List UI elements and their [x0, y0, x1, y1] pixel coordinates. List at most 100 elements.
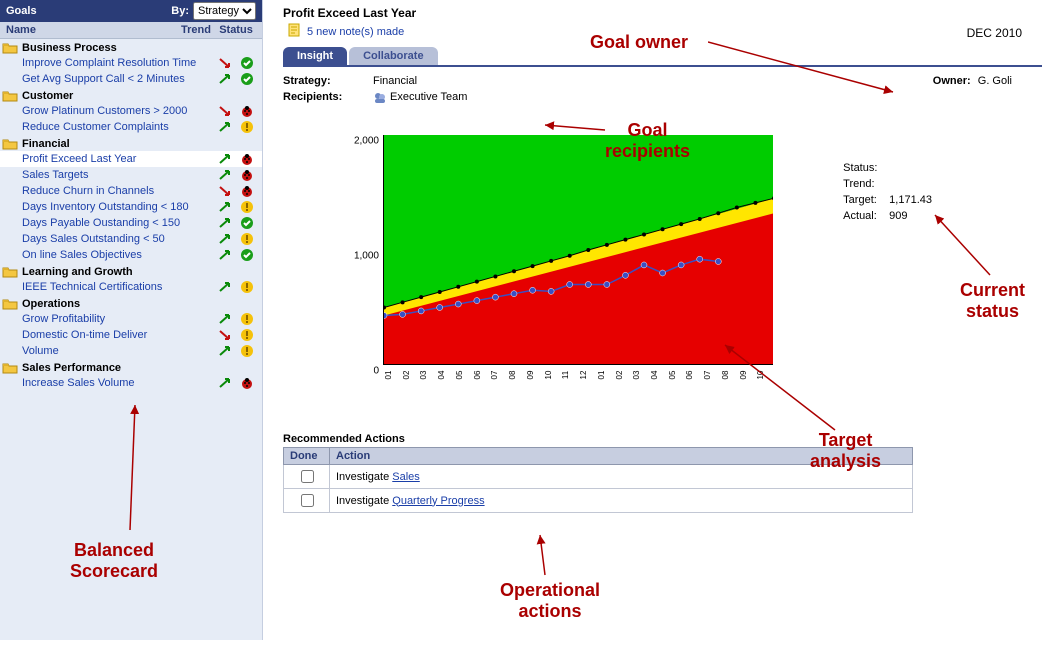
goal-row[interactable]: Volume	[0, 343, 262, 359]
goal-name: Domestic On-time Deliver	[22, 329, 214, 341]
category-row[interactable]: Customer	[0, 87, 262, 103]
goal-row[interactable]: Get Avg Support Call < 2 Minutes	[0, 71, 262, 87]
status-icon	[236, 120, 258, 134]
main-panel: Profit Exceed Last Year 5 new note(s) ma…	[263, 0, 1062, 640]
goal-row[interactable]: Grow Platinum Customers > 2000	[0, 103, 262, 119]
action-row: Investigate Quarterly Progress	[284, 489, 913, 513]
category-row[interactable]: Learning and Growth	[0, 263, 262, 279]
col-status: Status	[216, 24, 256, 36]
folder-icon	[2, 41, 18, 54]
group-by-label: By:	[171, 5, 189, 17]
category-label: Customer	[22, 90, 73, 102]
category-label: Learning and Growth	[22, 266, 133, 278]
x-tick: 03	[632, 366, 648, 384]
x-tick: 01	[597, 366, 613, 384]
goal-name: Reduce Churn in Channels	[22, 185, 214, 197]
status-icon	[236, 376, 258, 390]
trend-icon	[214, 184, 236, 198]
trend-icon	[214, 312, 236, 326]
x-tick: 10	[756, 366, 772, 384]
done-checkbox[interactable]	[301, 494, 314, 507]
goal-row[interactable]: Improve Complaint Resolution Time	[0, 55, 262, 71]
status-block: Status: Trend: Target:1,171.43 Actual:90…	[843, 160, 932, 224]
goal-row[interactable]: Increase Sales Volume	[0, 375, 262, 391]
goal-row[interactable]: Reduce Churn in Channels	[0, 183, 262, 199]
goal-row[interactable]: On line Sales Objectives	[0, 247, 262, 263]
status-icon	[236, 168, 258, 182]
x-tick: 04	[437, 366, 453, 384]
target-label: Target:	[843, 194, 889, 206]
goal-row[interactable]: Sales Targets	[0, 167, 262, 183]
actions-title: Recommended Actions	[283, 433, 913, 445]
action-row: Investigate Sales	[284, 465, 913, 489]
x-tick: 10	[543, 366, 559, 384]
y-tick: 0	[343, 366, 383, 377]
date-label: DEC 2010	[967, 26, 1022, 40]
sidebar-body: Business Process Improve Complaint Resolu…	[0, 39, 262, 391]
col-trend: Trend	[176, 24, 216, 36]
owner-label: Owner:	[933, 75, 971, 87]
category-row[interactable]: Financial	[0, 135, 262, 151]
category-label: Business Process	[22, 42, 117, 54]
note-icon	[287, 22, 307, 41]
goal-name: Days Inventory Outstanding < 180	[22, 201, 214, 213]
trend-icon	[214, 232, 236, 246]
x-tick: 09	[739, 366, 755, 384]
trend-icon	[214, 248, 236, 262]
actual-label: Actual:	[843, 210, 889, 222]
notes-row[interactable]: 5 new note(s) made	[287, 22, 1042, 41]
status-icon	[236, 56, 258, 70]
col-name: Name	[6, 24, 176, 36]
category-row[interactable]: Operations	[0, 295, 262, 311]
status-icon	[236, 200, 258, 214]
goal-row[interactable]: Days Payable Oustanding < 150	[0, 215, 262, 231]
x-tick: 05	[668, 366, 684, 384]
goal-name: Grow Profitability	[22, 313, 214, 325]
goal-row[interactable]: Profit Exceed Last Year	[0, 151, 262, 167]
goal-row[interactable]: Grow Profitability	[0, 311, 262, 327]
category-row[interactable]: Business Process	[0, 39, 262, 55]
tab-insight[interactable]: Insight	[283, 47, 347, 65]
category-row[interactable]: Sales Performance	[0, 359, 262, 375]
status-icon	[236, 280, 258, 294]
goal-row[interactable]: Domestic On-time Deliver	[0, 327, 262, 343]
status-icon	[236, 312, 258, 326]
action-cell: Investigate Sales	[330, 465, 913, 489]
col-action: Action	[330, 448, 913, 465]
strategy-value: Financial	[373, 75, 417, 87]
status-icon	[236, 344, 258, 358]
trend-icon	[214, 168, 236, 182]
recommended-actions: Recommended Actions Done Action Investig…	[283, 433, 913, 513]
tab-collaborate[interactable]: Collaborate	[349, 47, 438, 65]
trend-icon	[214, 344, 236, 358]
goal-name: Reduce Customer Complaints	[22, 121, 214, 133]
goal-name: Improve Complaint Resolution Time	[22, 57, 214, 69]
x-tick: 08	[721, 366, 737, 384]
notes-link[interactable]: 5 new note(s) made	[307, 26, 404, 38]
x-tick: 08	[508, 366, 524, 384]
folder-icon	[2, 265, 18, 278]
goal-row[interactable]: Reduce Customer Complaints	[0, 119, 262, 135]
goal-row[interactable]: IEEE Technical Certifications	[0, 279, 262, 295]
folder-icon	[2, 361, 18, 374]
goal-row[interactable]: Days Inventory Outstanding < 180	[0, 199, 262, 215]
category-label: Financial	[22, 138, 70, 150]
action-link[interactable]: Sales	[392, 471, 420, 483]
goal-name: Volume	[22, 345, 214, 357]
done-checkbox[interactable]	[301, 470, 314, 483]
trend-icon	[214, 280, 236, 294]
owner-box: Owner: G. Goli	[933, 75, 1012, 87]
goal-name: Increase Sales Volume	[22, 377, 214, 389]
col-done: Done	[284, 448, 330, 465]
action-link[interactable]: Quarterly Progress	[392, 495, 484, 507]
goal-name: On line Sales Objectives	[22, 249, 214, 261]
folder-icon	[2, 137, 18, 150]
group-by-select[interactable]: Strategy	[193, 2, 256, 20]
sidebar-header: Goals By: Strategy	[0, 0, 262, 22]
recipients-value: Executive Team	[390, 91, 467, 105]
trend-label: Trend:	[843, 178, 889, 190]
goal-row[interactable]: Days Sales Outstanding < 50	[0, 231, 262, 247]
owner-value: G. Goli	[978, 75, 1012, 87]
tabs: Insight Collaborate	[283, 47, 1042, 67]
x-tick: 11	[561, 366, 577, 384]
